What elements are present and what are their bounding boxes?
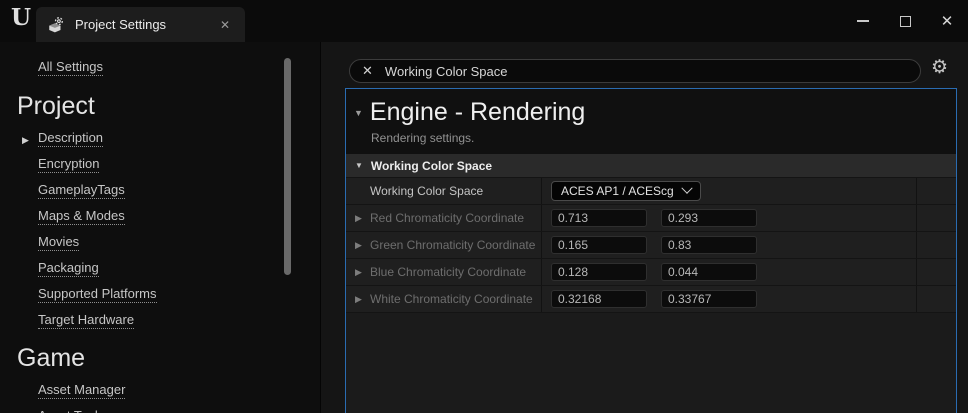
tab-close-icon[interactable]: ✕ [215, 16, 235, 34]
sidebar-item-movies[interactable]: Movies [38, 235, 320, 249]
window-controls: ✕ [842, 0, 968, 42]
chevron-down-icon [681, 183, 692, 194]
row-extra-cell [917, 259, 956, 285]
maximize-icon [900, 16, 911, 27]
sidebar-section-game: Game [17, 343, 320, 373]
row-value-cell [542, 286, 917, 312]
property-label: Blue Chromaticity Coordinate [370, 265, 526, 279]
row-value-cell [542, 259, 917, 285]
panel-title: Engine - Rendering [370, 98, 585, 127]
sidebar-item-encryption[interactable]: Encryption [38, 157, 320, 171]
section-working-color-space[interactable]: ▼ Working Color Space [346, 154, 956, 177]
row-label-cell: Working Color Space [346, 178, 542, 204]
sidebar-item-label: Asset Manager [38, 382, 125, 399]
settings-sidebar: All Settings Project ▶ Description Encry… [0, 42, 321, 413]
expand-caret-icon[interactable]: ▶ [355, 213, 363, 224]
sidebar-section-project: Project [17, 91, 320, 121]
row-extra-cell [917, 232, 956, 258]
property-label: Green Chromaticity Coordinate [370, 238, 535, 252]
sidebar-item-label: GameplayTags [38, 182, 125, 199]
red-x-field[interactable] [551, 209, 647, 227]
sidebar-item-asset-manager[interactable]: Asset Manager [38, 383, 320, 397]
sidebar-item-label: Asset Tools [38, 408, 104, 413]
sidebar-item-label: Maps & Modes [38, 208, 125, 225]
row-value-cell [542, 232, 917, 258]
property-label: Red Chromaticity Coordinate [370, 211, 524, 225]
project-settings-icon [47, 16, 65, 34]
game-section-list: Asset Manager Asset Tools [0, 383, 320, 413]
close-button[interactable]: ✕ [926, 0, 968, 42]
sidebar-item-supported-platforms[interactable]: Supported Platforms [38, 287, 320, 301]
tab-project-settings[interactable]: Project Settings ✕ [36, 7, 245, 42]
close-icon: ✕ [941, 14, 954, 29]
sidebar-item-packaging[interactable]: Packaging [38, 261, 320, 275]
row-extra-cell [917, 286, 956, 312]
row-value-cell: ACES AP1 / ACEScg [542, 178, 917, 204]
section-caret-icon: ▼ [355, 161, 363, 170]
row-white-chromaticity: ▶ White Chromaticity Coordinate [346, 285, 956, 312]
row-extra-cell [917, 205, 956, 231]
sidebar-item-maps-and-modes[interactable]: Maps & Modes [38, 209, 320, 223]
search-input[interactable] [385, 64, 910, 79]
search-settings-gear-icon[interactable]: ⚙ [931, 56, 948, 79]
blue-y-field[interactable] [661, 263, 757, 281]
row-red-chromaticity: ▶ Red Chromaticity Coordinate [346, 204, 956, 231]
minimize-icon [857, 20, 869, 22]
working-color-space-dropdown[interactable]: ACES AP1 / ACEScg [551, 181, 701, 201]
search-clear-icon[interactable]: ✕ [362, 63, 373, 79]
section-title: Working Color Space [371, 159, 492, 173]
project-settings-window: U Project Settings ✕ ✕ All Settings Proj… [0, 0, 968, 413]
caret-right-icon: ▶ [22, 133, 29, 147]
row-label-cell: ▶ Red Chromaticity Coordinate [346, 205, 542, 231]
expand-caret-icon[interactable]: ▶ [355, 240, 363, 251]
white-x-field[interactable] [551, 290, 647, 308]
search-bar: ✕ [349, 59, 921, 83]
sidebar-item-description[interactable]: ▶ Description [38, 131, 320, 145]
unreal-engine-logo-icon: U [11, 4, 31, 31]
green-x-field[interactable] [551, 236, 647, 254]
sidebar-item-label: Encryption [38, 156, 99, 173]
row-extra-cell [917, 178, 956, 204]
red-y-field[interactable] [661, 209, 757, 227]
sidebar-item-label: Description [38, 130, 103, 147]
dropdown-selected-value: ACES AP1 / ACEScg [561, 184, 674, 198]
sidebar-item-asset-tools[interactable]: Asset Tools [38, 409, 320, 413]
window-body: All Settings Project ▶ Description Encry… [0, 42, 968, 413]
sidebar-scrollbar[interactable] [284, 58, 291, 275]
property-label: White Chromaticity Coordinate [370, 292, 533, 306]
blue-x-field[interactable] [551, 263, 647, 281]
panel-header: ▼ Engine - Rendering Rendering settings. [346, 89, 956, 154]
titlebar: U Project Settings ✕ ✕ [0, 0, 968, 42]
property-label: Working Color Space [370, 184, 483, 198]
maximize-button[interactable] [884, 0, 926, 42]
engine-rendering-panel: ▼ Engine - Rendering Rendering settings.… [345, 88, 957, 413]
row-green-chromaticity: ▶ Green Chromaticity Coordinate [346, 231, 956, 258]
row-label-cell: ▶ Blue Chromaticity Coordinate [346, 259, 542, 285]
minimize-button[interactable] [842, 0, 884, 42]
row-label-cell: ▶ Green Chromaticity Coordinate [346, 232, 542, 258]
sidebar-item-all-settings[interactable]: All Settings [38, 59, 103, 76]
row-value-cell [542, 205, 917, 231]
expand-caret-icon[interactable]: ▶ [355, 267, 363, 278]
white-y-field[interactable] [661, 290, 757, 308]
panel-subtitle: Rendering settings. [371, 131, 956, 145]
row-label-cell: ▶ White Chromaticity Coordinate [346, 286, 542, 312]
collapse-caret-icon[interactable]: ▼ [354, 108, 363, 118]
panel-empty-area [346, 312, 956, 413]
sidebar-item-target-hardware[interactable]: Target Hardware [38, 313, 320, 327]
green-y-field[interactable] [661, 236, 757, 254]
project-section-list: ▶ Description Encryption GameplayTags Ma… [0, 131, 320, 327]
tab-label: Project Settings [75, 17, 215, 32]
expand-caret-icon[interactable]: ▶ [355, 294, 363, 305]
row-blue-chromaticity: ▶ Blue Chromaticity Coordinate [346, 258, 956, 285]
row-working-color-space: Working Color Space ACES AP1 / ACEScg [346, 177, 956, 204]
sidebar-item-label: Movies [38, 234, 79, 251]
sidebar-item-label: Supported Platforms [38, 286, 157, 303]
sidebar-item-gameplaytags[interactable]: GameplayTags [38, 183, 320, 197]
sidebar-item-label: Packaging [38, 260, 99, 277]
sidebar-item-label: Target Hardware [38, 312, 134, 329]
main-area: ✕ ⚙ ▼ Engine - Rendering Rendering setti… [321, 42, 968, 413]
